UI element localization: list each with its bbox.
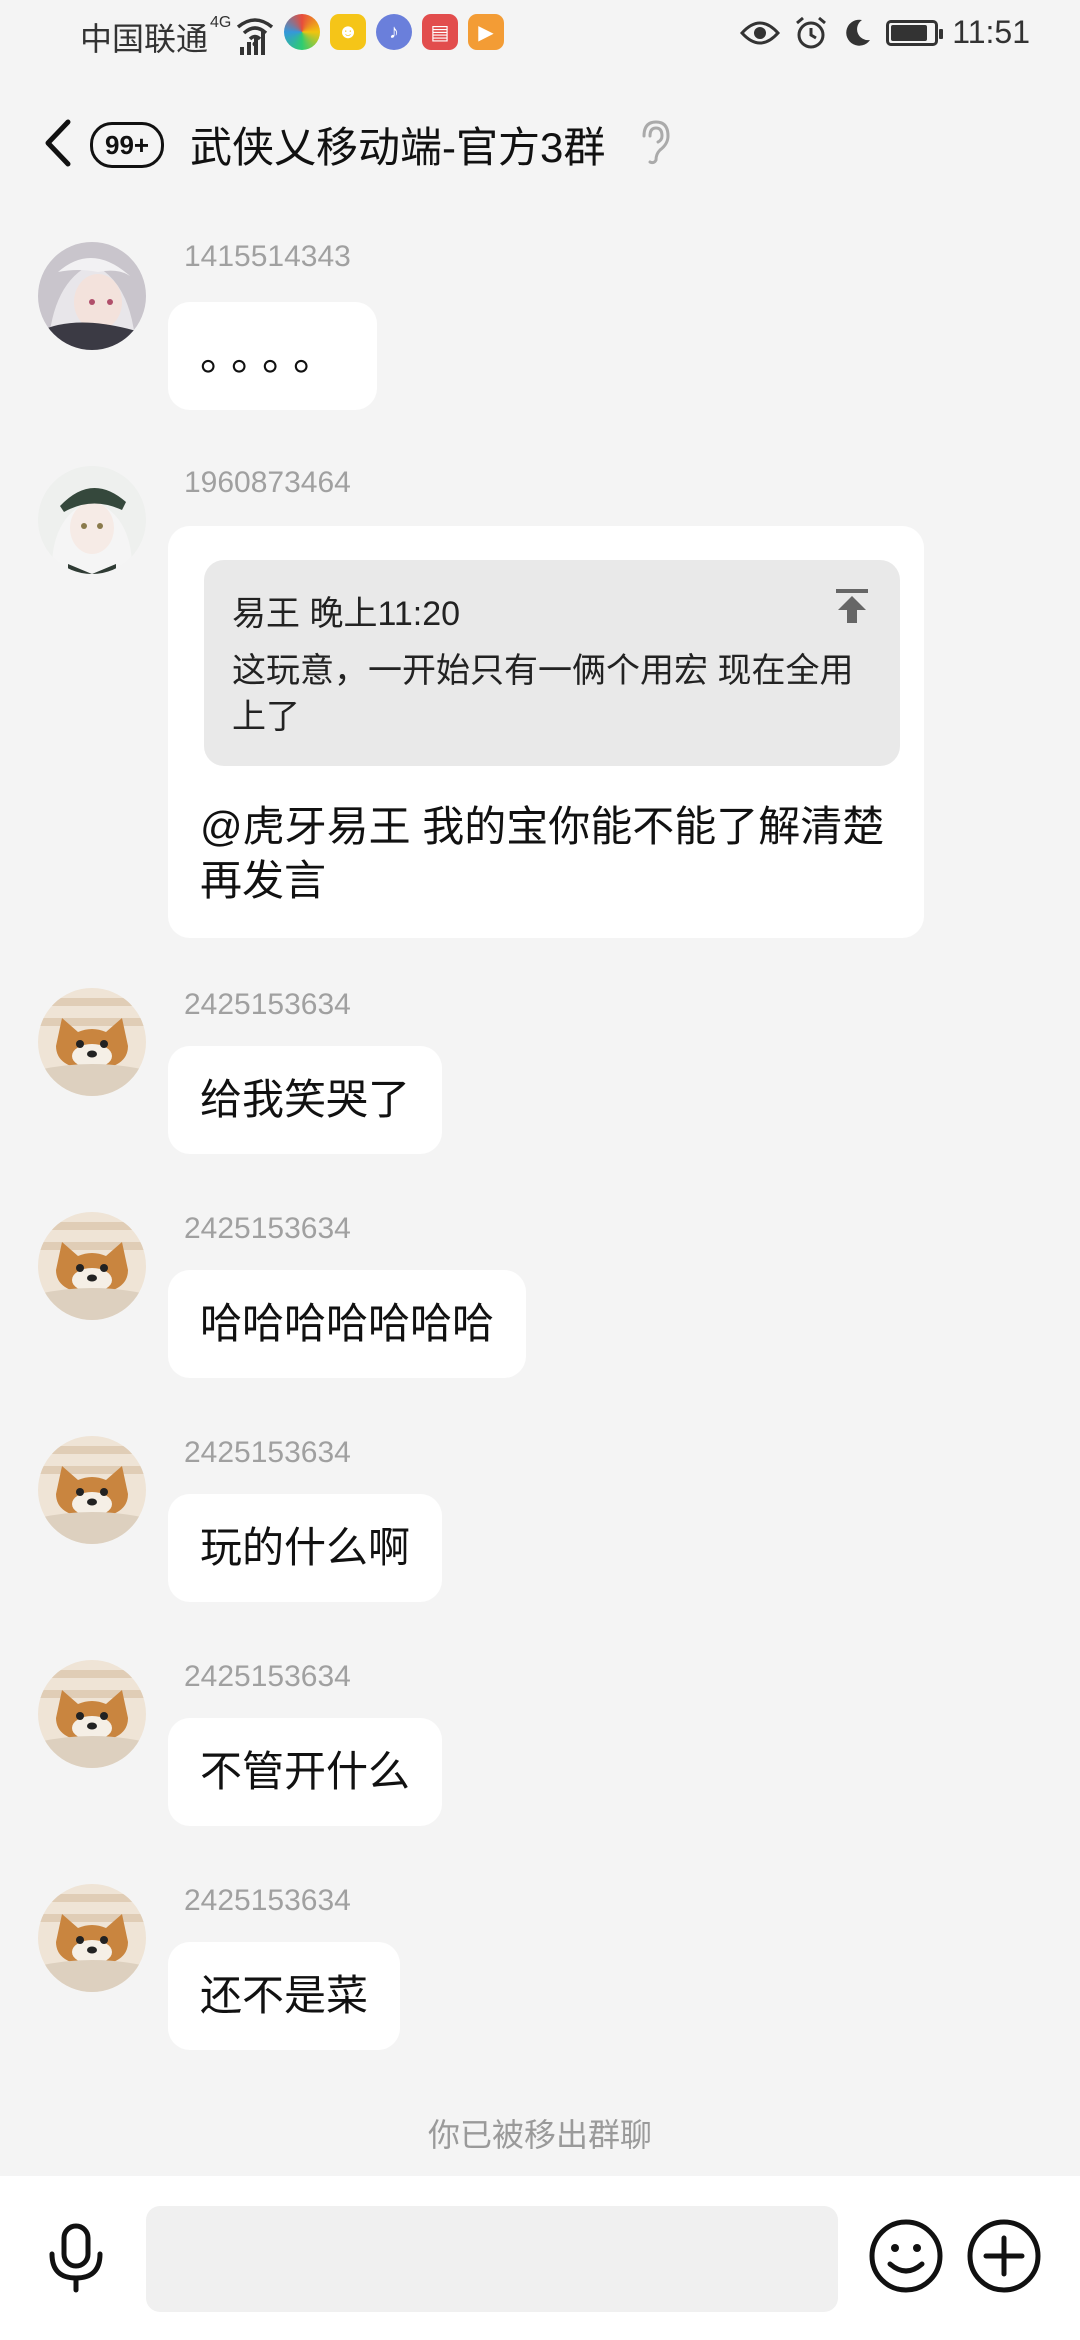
- battery-icon: [886, 19, 944, 46]
- emoji-icon[interactable]: [868, 2218, 944, 2294]
- quote-time: 晚上11:20: [309, 595, 461, 633]
- status-bar: 中国联通 4G ☻ ♪ ▤ ▶ 11:51: [0, 0, 1080, 74]
- plus-icon[interactable]: [966, 2218, 1042, 2294]
- message-bubble[interactable]: 哈哈哈哈哈哈哈: [168, 1270, 527, 1378]
- message-bubble[interactable]: 不管开什么: [168, 1718, 443, 1826]
- pin-to-top-icon[interactable]: [832, 586, 872, 626]
- shiba-dog-avatar[interactable]: [38, 1212, 146, 1320]
- message-text: 哈哈哈哈哈哈哈: [200, 1300, 495, 1347]
- clock: 11:51: [952, 14, 1030, 50]
- message-text: 还不是菜: [200, 1972, 369, 2019]
- eye-icon: [740, 21, 781, 44]
- message-text: 玩的什么啊: [200, 1524, 411, 1571]
- app-notification-icon: [284, 14, 320, 50]
- sender-id: 1415514343: [184, 240, 351, 273]
- microphone-icon[interactable]: [40, 2222, 112, 2294]
- unread-badge[interactable]: 99+: [90, 122, 165, 168]
- sender-id: 2425153634: [184, 988, 351, 1021]
- chat-title[interactable]: 武侠乂移动端-官方3群: [190, 114, 605, 175]
- chat-header: 99+ 武侠乂移动端-官方3群: [0, 98, 1080, 188]
- shiba-dog-avatar[interactable]: [38, 1660, 146, 1768]
- sender-id: 1960873464: [184, 466, 351, 499]
- anime-girl-avatar[interactable]: [38, 242, 146, 350]
- message-input[interactable]: [146, 2206, 838, 2312]
- message-bubble[interactable]: 易王 晚上11:20 这玩意，一开始只有一俩个用宏 现在全用上了 @虎牙易王 我…: [168, 526, 924, 938]
- network-type: 4G: [210, 14, 232, 31]
- ear-icon[interactable]: [638, 118, 672, 166]
- shiba-dog-avatar[interactable]: [38, 1436, 146, 1544]
- shiba-dog-avatar[interactable]: [38, 988, 146, 1096]
- reader-app-icon: ▤: [422, 14, 458, 50]
- quote-author: 易王: [232, 595, 300, 633]
- anime-girl-cap-avatar[interactable]: [38, 466, 146, 574]
- app-notification-icon: ☻: [330, 14, 366, 50]
- moon-icon: [846, 19, 871, 46]
- message-bubble[interactable]: 玩的什么啊: [168, 1494, 443, 1602]
- quote-text: 这玩意，一开始只有一俩个用宏 现在全用上了: [232, 652, 854, 736]
- music-app-icon: ♪: [376, 14, 412, 50]
- sender-id: 2425153634: [184, 1436, 351, 1469]
- wifi-icon: [236, 18, 274, 47]
- quote-header: 易王 晚上11:20: [232, 586, 460, 635]
- message-bubble[interactable]: 给我笑哭了: [168, 1046, 443, 1154]
- sender-id: 2425153634: [184, 1884, 351, 1917]
- message-bubble[interactable]: 还不是菜: [168, 1942, 401, 2050]
- message-text: 给我笑哭了: [200, 1076, 411, 1123]
- alarm-icon: [796, 16, 827, 48]
- system-notice: 你已被移出群聊: [427, 2117, 652, 2153]
- message-bubble[interactable]: 。。。。: [168, 302, 378, 410]
- sender-id: 2425153634: [184, 1212, 351, 1245]
- message-text: @虎牙易王 我的宝你能不能了解清楚再发言: [200, 803, 885, 904]
- sender-id: 2425153634: [184, 1660, 351, 1693]
- message-text: 。。。。: [200, 332, 346, 379]
- shiba-dog-avatar[interactable]: [38, 1884, 146, 1992]
- carrier-label: 中国联通: [80, 21, 209, 57]
- quoted-message[interactable]: 易王 晚上11:20 这玩意，一开始只有一俩个用宏 现在全用上了: [204, 560, 900, 766]
- chevron-left-icon[interactable]: [40, 118, 74, 168]
- video-app-icon: ▶: [468, 14, 504, 50]
- input-bar: [0, 2176, 1080, 2340]
- message-text: 不管开什么: [200, 1748, 411, 1795]
